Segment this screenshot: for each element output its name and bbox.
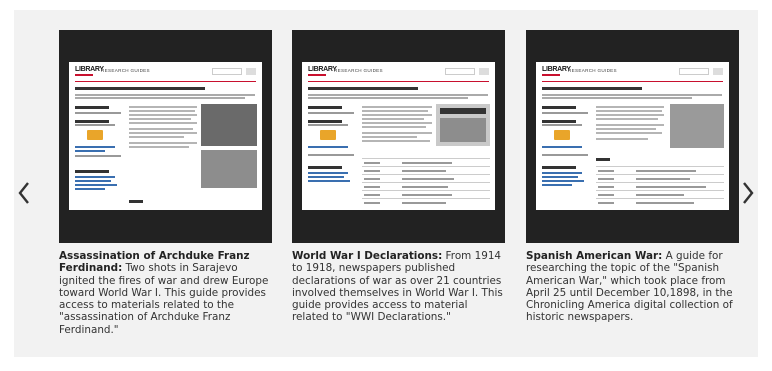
research-guides-brand: RESEARCH GUIDES bbox=[101, 68, 150, 73]
guide-caption: Assassination of Archduke Franz Ferdinan… bbox=[59, 250, 272, 336]
guide-title[interactable]: Spanish American War: bbox=[526, 250, 662, 262]
library-logo: LIBRARY bbox=[308, 66, 337, 73]
chevron-left-icon bbox=[18, 182, 29, 204]
research-guides-brand: RESEARCH GUIDES bbox=[568, 68, 617, 73]
guide-thumbnail-link[interactable]: LIBRARY RESEARCH GUIDES bbox=[59, 30, 272, 243]
guide-caption: Spanish American War: A guide for resear… bbox=[526, 250, 739, 324]
guide-caption: World War I Declarations: From 1914 to 1… bbox=[292, 250, 505, 324]
library-logo: LIBRARY bbox=[75, 66, 104, 73]
library-logo: LIBRARY bbox=[542, 66, 571, 73]
guide-thumbnail-link[interactable]: LIBRARY RESEARCH GUIDES bbox=[292, 30, 505, 243]
guide-title[interactable]: World War I Declarations: bbox=[292, 250, 442, 262]
guide-thumbnail-link[interactable]: LIBRARY RESEARCH GUIDES bbox=[526, 30, 739, 243]
carousel-prev-button[interactable] bbox=[14, 178, 34, 208]
guide-page-preview: LIBRARY RESEARCH GUIDES bbox=[536, 62, 729, 210]
carousel-item-spanish-american-war: LIBRARY RESEARCH GUIDES Spanish American… bbox=[526, 30, 739, 324]
carousel-next-button[interactable] bbox=[738, 178, 758, 208]
guide-page-preview: LIBRARY RESEARCH GUIDES bbox=[69, 62, 262, 210]
carousel-item-wwi-declarations: LIBRARY RESEARCH GUIDES World War I Decl… bbox=[292, 30, 505, 324]
research-guides-brand: RESEARCH GUIDES bbox=[334, 68, 383, 73]
guide-page-preview: LIBRARY RESEARCH GUIDES bbox=[302, 62, 495, 210]
chevron-right-icon bbox=[743, 182, 754, 204]
carousel-item-assassination: LIBRARY RESEARCH GUIDES Assassination of… bbox=[59, 30, 272, 336]
